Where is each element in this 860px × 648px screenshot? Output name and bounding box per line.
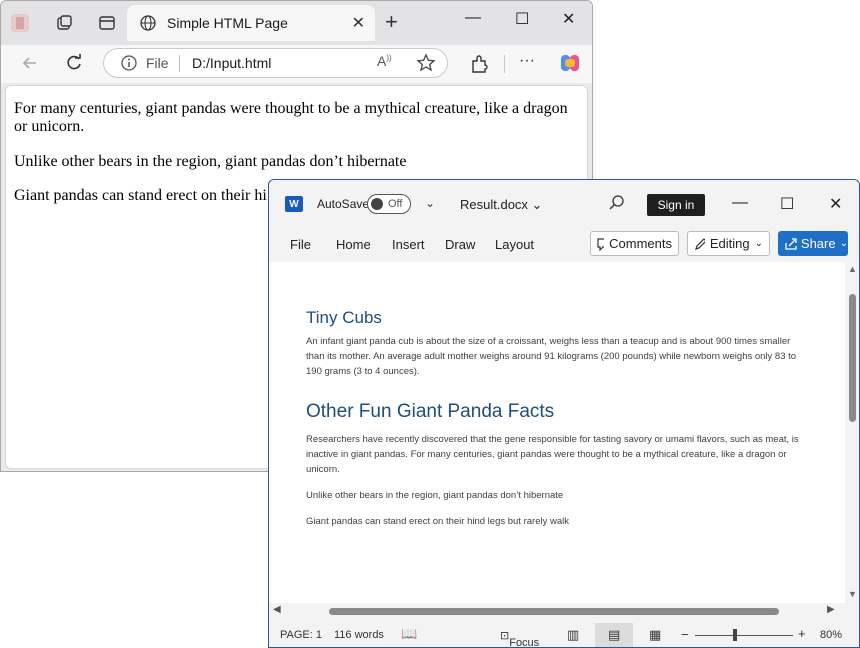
vertical-scrollbar[interactable]: ▲ ▼ (845, 262, 859, 603)
zoom-level[interactable]: 80% (820, 629, 842, 641)
heading-other-facts: Other Fun Giant Panda Facts (306, 401, 555, 422)
back-icon[interactable] (21, 54, 39, 72)
document-name[interactable]: Result.docx ⌄ (460, 197, 542, 213)
paragraph-researchers: Researchers have recently discovered tha… (306, 434, 799, 475)
autosave-toggle[interactable]: Off (367, 194, 411, 214)
comments-label: Comments (609, 236, 672, 251)
comments-button[interactable]: Comments (590, 231, 679, 256)
editing-label: Editing (709, 236, 750, 251)
address-url[interactable]: D:/Input.html (192, 55, 271, 71)
toggle-knob (371, 198, 383, 210)
document-name-text: Result.docx (460, 197, 528, 212)
word-title-bar: W AutoSave Off ⌄ Result.docx ⌄ Sign in —… (269, 180, 859, 228)
horizontal-scrollbar[interactable]: ◀ ▶ (269, 603, 845, 619)
vertical-scroll-thumb[interactable] (849, 294, 856, 422)
tab-file[interactable]: File (290, 237, 311, 252)
ribbon: File Home Insert Draw Layout Comments Ed… (269, 228, 859, 262)
close-window-button[interactable]: ✕ (562, 9, 575, 29)
address-scheme: File (146, 55, 169, 71)
heading-tiny-cubs: Tiny Cubs (306, 308, 382, 327)
browser-toolbar: File D:/Input.html A)) ··· (1, 45, 592, 83)
editing-chevron-icon: ⌄ (754, 238, 763, 249)
quick-access-dropdown-icon[interactable]: ⌄ (425, 196, 435, 210)
favorite-star-icon[interactable] (416, 53, 436, 73)
vertical-tabs-icon[interactable] (96, 12, 118, 34)
scroll-right-icon[interactable]: ▶ (827, 604, 835, 615)
tab-insert[interactable]: Insert (392, 237, 425, 252)
share-chevron-icon: ⌄ (839, 238, 848, 249)
pencil-icon (695, 237, 705, 250)
workspaces-icon[interactable] (53, 12, 75, 34)
page-paragraph-1: For many centuries, giant pandas were th… (14, 100, 568, 135)
read-aloud-icon[interactable]: A)) (377, 53, 392, 69)
horizontal-scroll-thumb[interactable] (329, 608, 779, 615)
page-paragraph-2: Unlike other bears in the region, giant … (14, 153, 407, 170)
more-options-icon[interactable]: ··· (519, 52, 535, 70)
web-layout-icon[interactable]: ▦ (649, 627, 661, 643)
comment-icon (597, 237, 605, 251)
word-maximize-button[interactable]: ☐ (780, 194, 794, 214)
editing-button[interactable]: Editing ⌄ (687, 231, 770, 256)
share-label: Share (800, 236, 836, 251)
search-icon[interactable] (609, 195, 625, 211)
read-mode-icon[interactable]: ▥ (567, 627, 579, 643)
profile-avatar[interactable] (9, 12, 31, 34)
share-icon (785, 237, 797, 250)
print-layout-icon[interactable]: ▤ (608, 627, 620, 643)
word-count[interactable]: 116 words (334, 629, 384, 641)
globe-icon (140, 15, 156, 31)
zoom-in-icon[interactable]: + (798, 626, 806, 641)
focus-button[interactable]: ⊡ Focus (500, 629, 539, 647)
tab-title: Simple HTML Page (167, 15, 288, 31)
tab-close-icon[interactable]: ✕ (352, 13, 365, 33)
extensions-icon[interactable] (469, 54, 489, 74)
word-minimize-button[interactable]: — (732, 194, 748, 212)
word-close-button[interactable]: ✕ (829, 194, 842, 214)
zoom-out-icon[interactable]: − (681, 627, 689, 642)
tab-draw[interactable]: Draw (445, 237, 475, 252)
refresh-icon[interactable] (65, 54, 83, 72)
paragraph-hibernate: Unlike other bears in the region, giant … (306, 490, 564, 501)
tab-home[interactable]: Home (336, 237, 371, 252)
share-button[interactable]: Share ⌄ (778, 231, 848, 256)
scroll-left-icon[interactable]: ◀ (273, 604, 281, 615)
focus-label: Focus (509, 637, 540, 648)
tab-layout[interactable]: Layout (495, 237, 534, 252)
status-bar: PAGE: 1 116 words 📖 ⊡ Focus ▥ ▤ ▦ − + 80… (269, 621, 859, 647)
proofing-book-icon[interactable]: 📖 (401, 626, 417, 642)
tab-active[interactable]: Simple HTML Page ✕ (127, 5, 375, 41)
paragraph-tiny-cubs: An infant giant panda cub is about the s… (306, 336, 797, 377)
zoom-slider-track[interactable] (695, 635, 793, 636)
autosave-state: Off (388, 198, 403, 210)
sign-in-button[interactable]: Sign in (647, 194, 705, 216)
new-tab-button[interactable]: + (385, 11, 398, 33)
minimize-button[interactable]: — (465, 9, 481, 27)
zoom-slider-thumb[interactable] (733, 629, 737, 641)
maximize-button[interactable]: ☐ (515, 9, 529, 29)
scroll-up-icon[interactable]: ▲ (848, 264, 857, 274)
autosave-label: AutoSave (317, 197, 370, 211)
page-indicator[interactable]: PAGE: 1 (280, 629, 322, 641)
address-bar[interactable]: File D:/Input.html A)) (103, 48, 448, 78)
address-separator (179, 55, 180, 72)
info-icon[interactable] (120, 54, 138, 72)
paragraph-stand-erect: Giant pandas can stand erect on their hi… (306, 516, 569, 527)
document-canvas[interactable]: Tiny Cubs An infant giant panda cub is a… (269, 262, 845, 603)
word-window: W AutoSave Off ⌄ Result.docx ⌄ Sign in —… (268, 179, 860, 648)
toolbar-divider (504, 55, 505, 73)
word-logo-icon: W (285, 196, 303, 212)
scroll-down-icon[interactable]: ▼ (848, 589, 857, 599)
tab-strip: Simple HTML Page ✕ + — ☐ ✕ (1, 1, 592, 45)
copilot-icon[interactable] (559, 52, 581, 74)
